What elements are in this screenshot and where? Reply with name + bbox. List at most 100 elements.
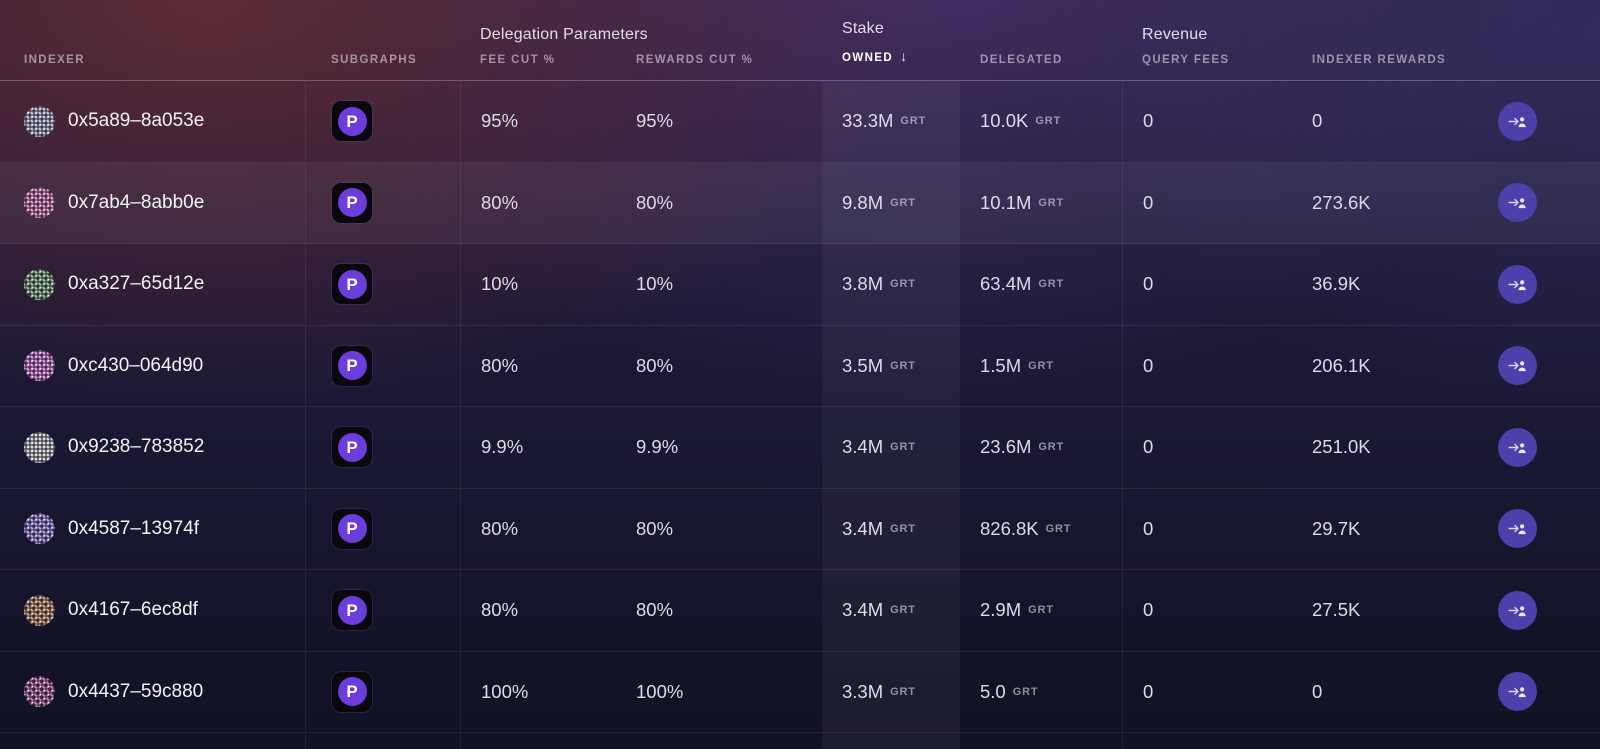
grt-unit: GRT — [890, 441, 916, 454]
rewards-cut-cell: 80% — [616, 326, 822, 407]
owned-stake-cell: 3.4M GRT — [822, 570, 960, 651]
indexer-rewards-value: 0 — [1312, 680, 1323, 702]
subgraph-icon: P — [332, 264, 372, 305]
rewards-cut-value: 80% — [636, 517, 674, 539]
table-row[interactable]: 0xc430–064d90 P 80% 80% 3.5M GRT 1.5M GRT … — [0, 325, 1600, 407]
query-fees-cell: 0 — [1122, 407, 1292, 488]
delegate-arrow-person-icon — [1508, 687, 1526, 698]
indexer-cell: 0x7ab4–8abb0e — [0, 163, 305, 244]
fee-cut-value: 80% — [481, 599, 519, 621]
delegate-button[interactable] — [1498, 672, 1537, 712]
owned-value: 3.3M — [842, 680, 884, 702]
indexer-rewards-cell: 36.9K — [1292, 244, 1478, 325]
column-header-indexer-rewards[interactable]: INDEXER REWARDS — [1292, 0, 1478, 80]
indexer-rewards-value: 206.1K — [1312, 354, 1371, 376]
fee-cut-value: 80% — [481, 354, 519, 376]
column-header-subgraphs[interactable]: SUBGRAPHS — [305, 0, 460, 80]
fee-cut-cell: 80% — [460, 325, 616, 406]
owned-stake-cell: 3.4M GRT — [822, 489, 960, 570]
delegated-stake-cell: 1.5M GRT — [960, 326, 1122, 407]
table-row[interactable]: 0x4437–59c880 P 100% 100% 3.3M GRT 5.0 GRT… — [0, 651, 1600, 733]
indexer-cell — [0, 733, 305, 749]
delegate-button[interactable] — [1498, 183, 1537, 223]
delegated-value: 23.6M — [980, 436, 1032, 458]
table-row[interactable]: 0x7ab4–8abb0e P 80% 80% 9.8M GRT 10.1M GRT… — [0, 162, 1600, 244]
table-row[interactable]: 0x5a89–8a053e P 95% 95% 33.3M GRT 10.0K GR… — [0, 81, 1600, 163]
indexer-address: 0xc430–064d90 — [68, 354, 204, 376]
actions-cell — [1478, 733, 1600, 749]
query-fees-cell: 0 — [1122, 244, 1292, 325]
indexer-rewards-cell: 273.6K — [1292, 163, 1478, 244]
subgraph-icon-circle: P — [337, 514, 367, 544]
indexer-cell: 0x5a89–8a053e — [0, 81, 305, 162]
query-fees-cell: 0 — [1122, 162, 1292, 243]
table-row[interactable]: 0x4587–13974f P 80% 80% 3.4M GRT 826.8K GR… — [0, 488, 1600, 570]
indexer-column-label: INDEXER — [24, 54, 85, 66]
delegate-arrow-person-icon — [1508, 361, 1526, 372]
fee-cut-cell: 9.9% — [460, 407, 616, 488]
fee-cut-cell: 80% — [460, 570, 616, 651]
indexer-rewards-value: 0 — [1312, 110, 1323, 132]
column-header-query-fees[interactable]: Revenue QUERY FEES — [1122, 0, 1292, 80]
actions-cell — [1478, 326, 1600, 407]
column-header-fee-cut[interactable]: Delegation Parameters FEE CUT % — [460, 0, 648, 80]
column-header-actions — [1478, 0, 1600, 80]
indexer-rewards-cell: 27.5K — [1292, 570, 1478, 651]
rewards-cut-value: 80% — [636, 599, 674, 621]
query-fees-value: 0 — [1143, 273, 1154, 295]
grt-unit: GRT — [890, 278, 916, 291]
rewards-cut-cell: 80% — [616, 570, 822, 651]
indexer-identicon — [24, 594, 55, 626]
fee-cut-value: 10% — [481, 273, 519, 295]
subgraph-icon-letter: P — [346, 193, 358, 213]
grt-unit: GRT — [1028, 604, 1054, 617]
delegate-button[interactable] — [1498, 427, 1537, 467]
delegate-button[interactable] — [1498, 264, 1537, 304]
subgraphs-cell: P — [305, 81, 460, 162]
rewards-cut-value: 10% — [636, 273, 674, 295]
delegated-stake-cell: 5.0 GRT — [960, 652, 1122, 733]
indexer-rewards-cell — [1292, 733, 1478, 749]
table-header: INDEXER SUBGRAPHS Delegation Parameters … — [0, 0, 1600, 81]
fee-cut-cell: 80% — [460, 162, 616, 243]
delegate-button[interactable] — [1498, 509, 1537, 549]
fee-cut-cell: 10% — [460, 244, 616, 325]
fee-cut-cell: 100% — [460, 651, 616, 732]
fee-cut-cell: 80% — [460, 488, 616, 569]
query-fees-value: 0 — [1143, 191, 1154, 213]
indexer-identicon — [24, 676, 55, 708]
delegate-button[interactable] — [1498, 101, 1537, 141]
table-row[interactable]: 0x4167–6ec8df P 80% 80% 3.4M GRT 2.9M GRT … — [0, 570, 1600, 652]
table-row[interactable]: 0x9238–783852 P 9.9% 9.9% 3.4M GRT 23.6M G… — [0, 407, 1600, 489]
subgraph-icon-circle: P — [337, 188, 367, 218]
grt-unit: GRT — [900, 115, 927, 128]
indexer-table-body: 0x5a89–8a053e P 95% 95% 33.3M GRT 10.0K GR… — [0, 81, 1600, 749]
rewards-cut-cell: 95% — [616, 81, 822, 162]
grt-unit: GRT — [1038, 278, 1065, 291]
table-row[interactable]: 0xa327–65d12e P 10% 10% 3.8M GRT 63.4M GRT… — [0, 244, 1600, 326]
indexer-cell: 0x4587–13974f — [0, 489, 305, 570]
indexer-cell: 0x9238–783852 — [0, 407, 305, 488]
column-header-owned[interactable]: Stake OWNED ↓ — [822, 0, 960, 80]
indexer-rewards-column-label: INDEXER REWARDS — [1312, 54, 1447, 66]
delegate-button[interactable] — [1498, 346, 1537, 386]
subgraph-icon: P — [332, 345, 372, 386]
owned-value: 3.4M — [842, 517, 884, 539]
indexer-cell: 0x4167–6ec8df — [0, 570, 305, 651]
delegate-button[interactable] — [1498, 590, 1537, 630]
owned-stake-cell: 3.8M GRT — [822, 244, 960, 325]
subgraph-icon: P — [332, 590, 372, 631]
query-fees-value: 0 — [1143, 110, 1154, 132]
subgraph-icon-circle: P — [337, 351, 367, 381]
subgraphs-cell: P — [305, 570, 460, 651]
column-header-rewards-cut[interactable]: REWARDS CUT % — [616, 0, 822, 80]
subgraph-icon-letter: P — [346, 519, 358, 539]
column-header-indexer[interactable]: INDEXER — [0, 0, 305, 80]
column-header-delegated[interactable]: DELEGATED — [960, 0, 1122, 80]
indexer-rewards-cell: 206.1K — [1292, 326, 1478, 407]
rewards-cut-cell — [616, 733, 822, 749]
group-label-revenue: Revenue — [1142, 26, 1208, 43]
indexer-rewards-cell: 29.7K — [1292, 489, 1478, 570]
query-fees-column-label: QUERY FEES — [1142, 54, 1230, 66]
query-fees-value: 0 — [1143, 599, 1154, 621]
